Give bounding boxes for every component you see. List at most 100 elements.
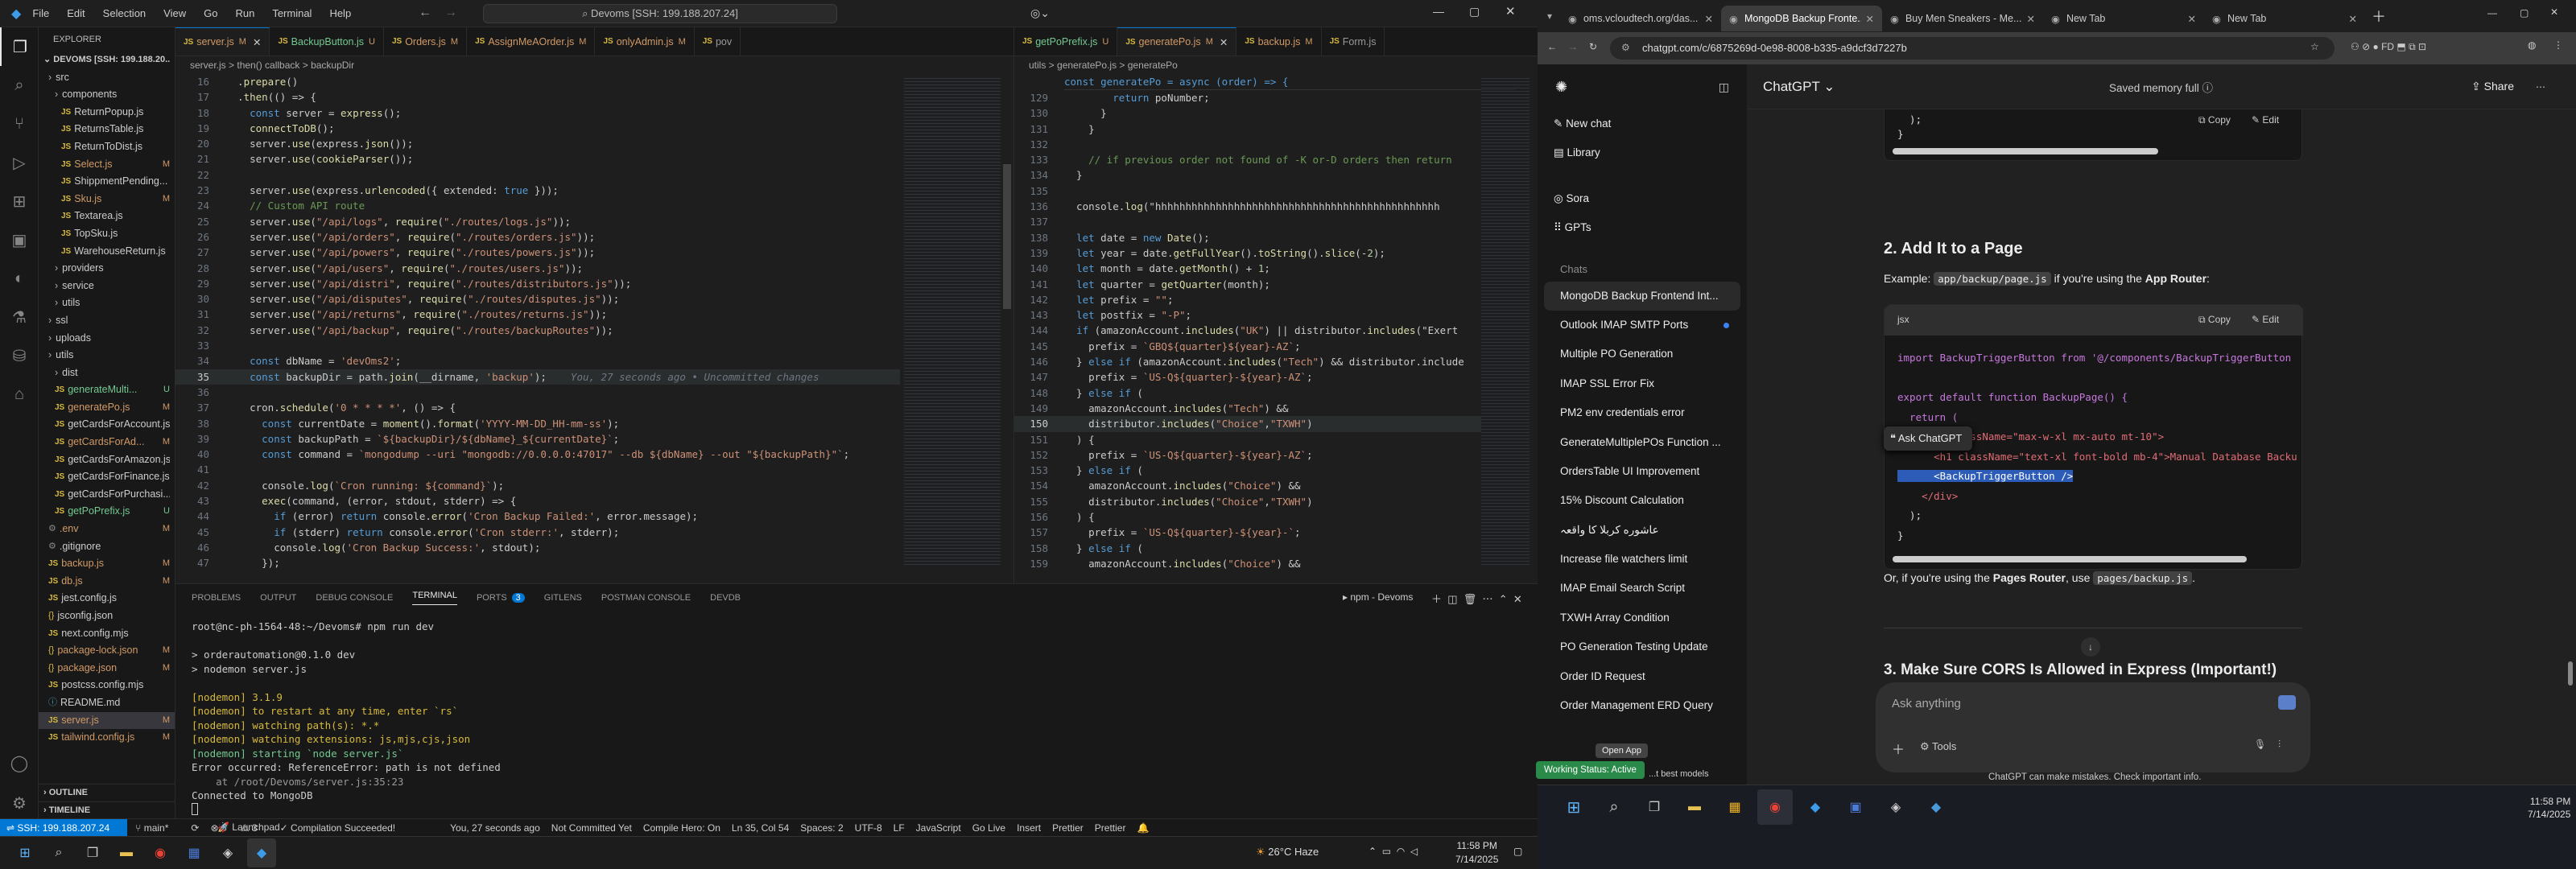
code-line[interactable]: 21 server.use(cookieParser());	[175, 151, 900, 167]
clock-right[interactable]: 11:58 PM 7/14/2025	[2528, 795, 2570, 821]
new-tab-button[interactable]: ＋	[2372, 6, 2386, 27]
editor-tab[interactable]: JS BackupButton.js U	[270, 27, 384, 56]
code-line[interactable]: 20 server.use(express.json());	[175, 136, 900, 151]
chat-history-item[interactable]: عاشوره کربلا کا واقعہ	[1538, 516, 1747, 545]
sidebar-toggle-icon[interactable]: ◫	[1719, 80, 1729, 94]
code-line[interactable]: 138 let date = new Date();	[1014, 230, 1481, 245]
explorer-item[interactable]: JS generateMulti... U	[39, 381, 175, 399]
forward-icon[interactable]: →	[1568, 41, 1578, 52]
explorer-item[interactable]: JS next.config.mjs	[39, 625, 175, 643]
code-line[interactable]: 19 connectToDB();	[175, 121, 900, 136]
tools-button[interactable]: ⚙ Tools	[1920, 740, 1956, 753]
close-button[interactable]: ✕	[1505, 4, 1516, 19]
editor-tab[interactable]: JS onlyAdmin.js M	[595, 27, 695, 56]
clock[interactable]: 11:58 PM 7/14/2025	[1455, 839, 1498, 867]
explorer-item[interactable]: JS ShippmentPending...	[39, 173, 175, 191]
code-line[interactable]: 146 } else if (amazonAccount.includes("T…	[1014, 354, 1481, 369]
file-explorer-icon[interactable]: ▬	[112, 838, 141, 867]
menu-item[interactable]: Run	[235, 7, 254, 19]
code-line[interactable]: 32 server.use("/api/backup", require("./…	[175, 323, 900, 338]
code-line[interactable]: 26 server.use("/api/orders", require("./…	[175, 229, 900, 245]
file-explorer-icon-right[interactable]: ▬	[1677, 789, 1712, 825]
start-icon[interactable]: ⊞	[10, 838, 39, 867]
explorer-item[interactable]: {} jsconfig.json	[39, 607, 175, 625]
menu-item[interactable]: Help	[329, 7, 351, 19]
launchpad-status[interactable]: 🚀 Launchpad	[217, 822, 280, 833]
app-badge-icon[interactable]	[2278, 695, 2296, 710]
panel-tab[interactable]: PORTS	[477, 593, 507, 603]
editor-tab[interactable]: JS backup.js M	[1236, 27, 1322, 56]
voice-mode-icon[interactable]: ⫶	[2278, 739, 2281, 751]
more-icon[interactable]: ⋯	[1483, 593, 1493, 605]
code-line[interactable]: 148 } else if (	[1014, 385, 1481, 401]
testing-icon[interactable]: ⚗	[0, 298, 39, 336]
app-icon[interactable]: ▦	[180, 838, 208, 867]
search-icon-right[interactable]: ⌕	[1596, 789, 1632, 825]
status-commit[interactable]: Not Committed Yet	[551, 822, 632, 834]
explorer-item[interactable]: JS TopSku.js	[39, 225, 175, 243]
chrome-minimize[interactable]: —	[2487, 7, 2497, 19]
copilot-icon[interactable]: ◎⌄	[1030, 6, 1050, 20]
minimap-left[interactable]	[904, 76, 1001, 566]
explorer-item[interactable]: JS Textarea.js	[39, 208, 175, 225]
explorer-item[interactable]: › service	[39, 278, 175, 295]
task-view-icon-right[interactable]: ❐	[1637, 789, 1672, 825]
code-line[interactable]: 42 console.log(`Cron running: ${command}…	[175, 478, 900, 493]
chrome-menu-icon[interactable]: ⋮	[2553, 39, 2563, 51]
explorer-item[interactable]: JS server.js M	[39, 711, 175, 730]
explorer-item[interactable]: › src	[39, 69, 175, 87]
database-icon[interactable]: ⛁	[0, 336, 39, 375]
minimap-right[interactable]	[1481, 76, 1530, 566]
close-tab-icon[interactable]: ✕	[253, 36, 261, 48]
explorer-root[interactable]: ⌄ DEVOMS [SSH: 199.188.20...	[39, 51, 175, 69]
source-control-icon[interactable]: ⑂	[0, 105, 39, 143]
chat-history-item[interactable]: PO Generation Testing Update	[1538, 632, 1747, 661]
task-view-icon[interactable]: ❐	[78, 838, 107, 867]
account-icon[interactable]: ◯	[0, 743, 39, 782]
code-left[interactable]: 16 .prepare() 17 .then(() => {18 const se…	[175, 74, 900, 573]
code-line[interactable]: 129 return poNumber;	[1014, 90, 1481, 105]
panel-tab[interactable]: TERMINAL	[412, 591, 457, 605]
add-terminal-icon[interactable]: ＋	[1431, 593, 1442, 605]
code-line[interactable]: 150 distributor.includes("Choice","TXWH"…	[1014, 416, 1481, 432]
back-arrow-icon[interactable]: ←	[419, 6, 431, 20]
explorer-item[interactable]: JS jest.config.js	[39, 590, 175, 607]
explorer-item[interactable]: JS generatePo.js M	[39, 399, 175, 417]
edit-button-1[interactable]: ✎ Edit	[2252, 114, 2279, 126]
line-ending[interactable]: LF	[894, 822, 905, 834]
scrollbar-left[interactable]	[1003, 164, 1011, 309]
panel-tab[interactable]: PROBLEMS	[192, 593, 241, 603]
timeline-section[interactable]: › TIMELINE	[39, 801, 175, 819]
code-line[interactable]: 28 server.use("/api/users", require("./r…	[175, 261, 900, 276]
editor-tab[interactable]: JS Orders.js M	[384, 27, 468, 56]
sora-button[interactable]: ◎ Sora	[1538, 184, 1747, 213]
chat-history-item[interactable]: OrdersTable UI Improvement	[1538, 457, 1747, 486]
code-line[interactable]: 160 distributor.includes("Tech","TXWH")	[1014, 571, 1481, 573]
encoding[interactable]: UTF-8	[855, 822, 882, 834]
code-line[interactable]: 130 }	[1014, 105, 1481, 121]
editor-tab[interactable]: JS pov	[695, 27, 741, 56]
code-line[interactable]: 149 amazonAccount.includes("Tech") &&	[1014, 401, 1481, 416]
docker-icon[interactable]: ⌂	[0, 375, 39, 414]
code-line[interactable]: 34 const dbName = 'devOms2';	[175, 353, 900, 369]
close-tab-icon[interactable]: ✕	[1866, 13, 1874, 25]
wifi-icon[interactable]: ◠	[1397, 846, 1405, 857]
search-activity-icon[interactable]: ⌕	[0, 66, 39, 105]
editor-tab[interactable]: JS Form.js	[1322, 27, 1385, 56]
status-blame[interactable]: You, 27 seconds ago	[450, 822, 540, 834]
chat-history-item[interactable]: PM2 env credentials error	[1538, 398, 1747, 427]
remote-indicator[interactable]: ⇌ SSH: 199.188.207.24	[0, 818, 128, 837]
close-tab-icon[interactable]: ✕	[2027, 13, 2035, 25]
explorer-item[interactable]: JS ReturnPopup.js	[39, 104, 175, 121]
explorer-item[interactable]: JS backup.js M	[39, 555, 175, 573]
chrome-icon-right[interactable]: ◉	[1757, 789, 1793, 825]
extensions-icon[interactable]: ⊞	[0, 182, 39, 220]
attach-plus-icon[interactable]: ＋	[1892, 739, 1905, 758]
menu-item[interactable]: Go	[204, 7, 217, 19]
panel-tab[interactable]: POSTMAN CONSOLE	[601, 593, 691, 603]
code-line[interactable]: 22	[175, 167, 900, 183]
forward-arrow-icon[interactable]: →	[444, 6, 457, 20]
maximize-panel-icon[interactable]: ⌃	[1499, 593, 1508, 605]
code-line[interactable]: 151 ) {	[1014, 432, 1481, 447]
remote-explorer-icon[interactable]: ▣	[0, 220, 39, 259]
